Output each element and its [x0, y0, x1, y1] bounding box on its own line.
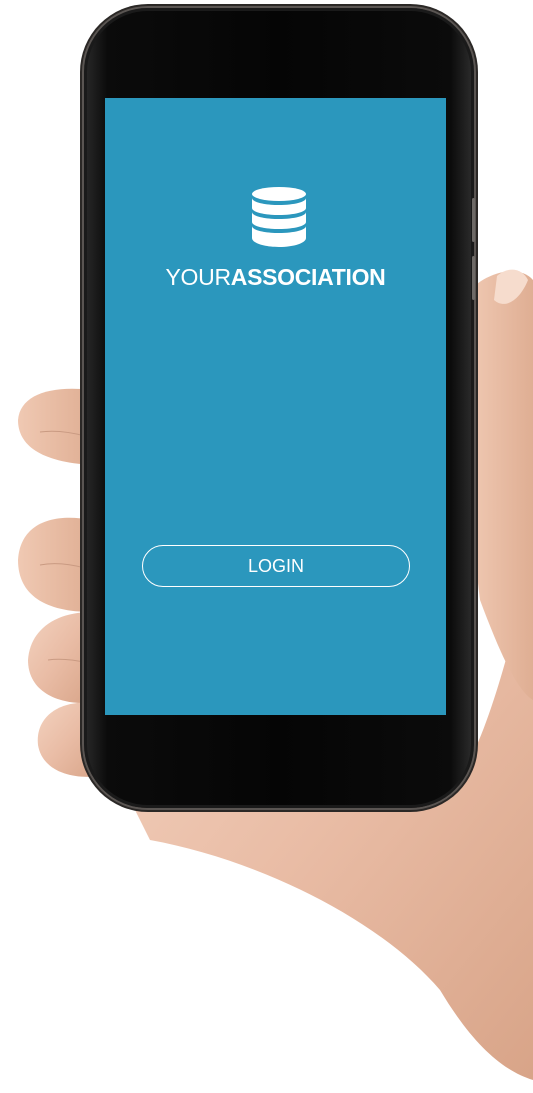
side-button: [472, 198, 475, 242]
database-stack-icon: [252, 187, 306, 247]
brand-bold-text: ASSOCIATION: [230, 264, 386, 290]
phone-device: YOURASSOCIATION LOGIN: [84, 8, 475, 808]
brand-light-text: YOUR: [165, 264, 232, 290]
photo-stage: YOURASSOCIATION LOGIN: [0, 0, 533, 1093]
app-brand-title: YOURASSOCIATION: [105, 264, 446, 291]
side-button: [472, 256, 475, 300]
app-screen: YOURASSOCIATION LOGIN: [105, 98, 446, 715]
login-button[interactable]: LOGIN: [142, 545, 410, 587]
